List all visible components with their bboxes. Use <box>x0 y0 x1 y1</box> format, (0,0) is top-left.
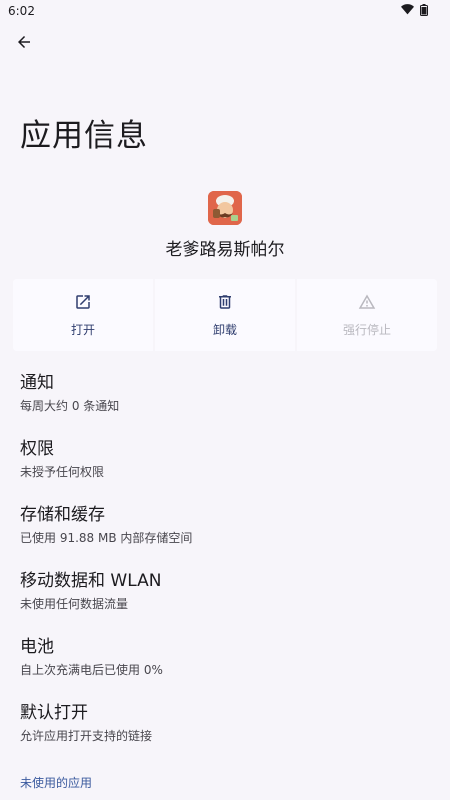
battery-icon <box>420 3 428 19</box>
mobile-data-wlan-item[interactable]: 移动数据和 WLAN 未使用任何数据流量 <box>0 564 450 630</box>
arrow-back-icon <box>15 33 33 55</box>
open-button-label: 打开 <box>70 322 95 337</box>
item-title: 权限 <box>20 439 54 459</box>
item-subtitle: 每周大约 0 条通知 <box>20 399 120 413</box>
item-subtitle: 允许应用打开支持的链接 <box>20 729 153 743</box>
app-name: 老爹路易斯帕尔 <box>165 240 285 260</box>
open-button[interactable]: 打开 <box>13 279 155 351</box>
status-bar: 6:02 <box>0 0 450 22</box>
item-title: 通知 <box>20 373 54 393</box>
open-by-default-item[interactable]: 默认打开 允许应用打开支持的链接 <box>0 696 450 762</box>
battery-item[interactable]: 电池 自上次充满电后已使用 0% <box>0 630 450 696</box>
item-subtitle: 未使用任何数据流量 <box>20 597 129 611</box>
app-settings-list: 通知 每周大约 0 条通知 权限 未授予任何权限 存储和缓存 已使用 91.88… <box>0 366 450 762</box>
page-title: 应用信息 <box>20 118 148 154</box>
app-header: 老爹路易斯帕尔 <box>0 191 450 260</box>
app-action-bar: 打开 卸载 强行停止 <box>13 279 437 351</box>
wifi-icon <box>401 4 414 18</box>
force-stop-button-label: 强行停止 <box>342 322 391 337</box>
item-subtitle: 已使用 91.88 MB 内部存储空间 <box>20 531 193 545</box>
item-subtitle: 自上次充满电后已使用 0% <box>20 663 163 677</box>
permissions-item[interactable]: 权限 未授予任何权限 <box>0 432 450 498</box>
item-title: 移动数据和 WLAN <box>20 571 162 591</box>
unused-apps-link[interactable]: 未使用的应用 <box>20 774 92 791</box>
trash-icon <box>216 293 234 315</box>
back-button[interactable] <box>8 28 40 60</box>
item-title: 电池 <box>20 637 54 657</box>
status-time: 6:02 <box>8 4 35 18</box>
app-icon <box>208 191 242 225</box>
storage-cache-item[interactable]: 存储和缓存 已使用 91.88 MB 内部存储空间 <box>0 498 450 564</box>
uninstall-button[interactable]: 卸载 <box>155 279 297 351</box>
notifications-item[interactable]: 通知 每周大约 0 条通知 <box>0 366 450 432</box>
warning-icon <box>358 293 376 315</box>
item-title: 存储和缓存 <box>20 505 105 525</box>
open-external-icon <box>74 293 92 315</box>
force-stop-button[interactable]: 强行停止 <box>297 279 437 351</box>
item-title: 默认打开 <box>20 703 88 723</box>
uninstall-button-label: 卸载 <box>212 322 237 337</box>
status-icons <box>401 3 428 19</box>
item-subtitle: 未授予任何权限 <box>20 465 105 479</box>
top-app-bar <box>8 28 40 60</box>
